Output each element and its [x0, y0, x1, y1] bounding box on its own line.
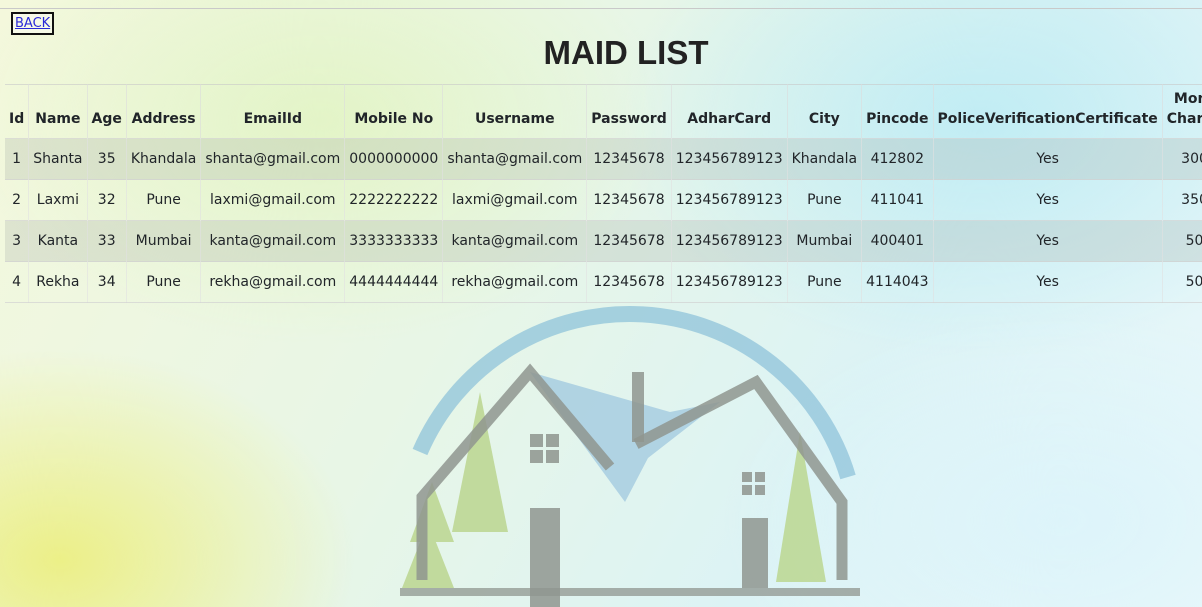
table-row: 1 Shanta 35 Khandala shanta@gmail.com 0000000…: [5, 138, 1202, 180]
col-header-address: Address: [126, 84, 202, 139]
col-header-city: City: [787, 84, 863, 139]
house-logo: [400, 306, 860, 607]
cell-emailid: shanta@gmail.com: [200, 138, 346, 180]
logo-chimney: [632, 372, 644, 442]
col-header-adharcard: AdharCard: [671, 84, 788, 139]
top-divider: [0, 8, 1202, 9]
table-row: 2 Laxmi 32 Pune laxmi@gmail.com 2222222222 lax…: [5, 179, 1202, 221]
logo-window-left: [530, 434, 559, 463]
cell-police-verification: Yes: [933, 179, 1163, 221]
cell-pincode: 4114043: [861, 261, 934, 303]
cell-id: 2: [5, 179, 30, 221]
cell-city: Pune: [787, 179, 863, 221]
logo-window-right: [742, 472, 765, 495]
cell-username: kanta@gmail.com: [442, 220, 588, 262]
cell-adharcard: 123456789123: [671, 138, 788, 180]
cell-address: Pune: [126, 179, 202, 221]
cell-address: Mumbai: [126, 220, 202, 262]
cell-address: Khandala: [126, 138, 202, 180]
cell-month-charges: 500: [1162, 220, 1202, 262]
cell-password: 12345678: [586, 220, 672, 262]
logo-base: [400, 588, 860, 596]
col-header-mobile: Mobile No: [344, 84, 444, 139]
cell-name: Laxmi: [28, 179, 88, 221]
back-link[interactable]: BACK: [11, 12, 55, 35]
col-header-emailid: EmailId: [200, 84, 346, 139]
cell-age: 34: [87, 261, 127, 303]
cell-police-verification: Yes: [933, 138, 1163, 180]
cell-id: 1: [5, 138, 30, 180]
cell-police-verification: Yes: [933, 261, 1163, 303]
cell-month-charges: 3000: [1162, 138, 1202, 180]
cell-password: 12345678: [586, 179, 672, 221]
cell-address: Pune: [126, 261, 202, 303]
cell-age: 32: [87, 179, 127, 221]
cell-pincode: 400401: [861, 220, 934, 262]
col-header-pincode: Pincode: [861, 84, 934, 139]
cell-mobile-no: 2222222222: [344, 179, 444, 221]
cell-mobile-no: 3333333333: [344, 220, 444, 262]
cell-month-charges: 500: [1162, 261, 1202, 303]
cell-pincode: 411041: [861, 179, 934, 221]
cell-name: Shanta: [28, 138, 88, 180]
cell-pincode: 412802: [861, 138, 934, 180]
cell-username: laxmi@gmail.com: [442, 179, 588, 221]
table-row: 3 Kanta 33 Mumbai kanta@gmail.com 3333333333 k…: [5, 220, 1202, 262]
logo-door-right: [742, 518, 768, 588]
cell-city: Khandala: [787, 138, 863, 180]
cell-name: Kanta: [28, 220, 88, 262]
cell-mobile-no: 0000000000: [344, 138, 444, 180]
page-title: MAID LIST: [543, 34, 709, 71]
cell-month-charges: 3500: [1162, 179, 1202, 221]
cell-id: 3: [5, 220, 30, 262]
col-header-username: Username: [442, 84, 588, 139]
cell-adharcard: 123456789123: [671, 220, 788, 262]
cell-adharcard: 123456789123: [671, 179, 788, 221]
cell-id: 4: [5, 261, 30, 303]
cell-city: Mumbai: [787, 220, 863, 262]
col-header-age: Age: [87, 84, 127, 139]
cell-emailid: kanta@gmail.com: [200, 220, 346, 262]
col-header-id: Id: [5, 84, 30, 139]
cell-emailid: rekha@gmail.com: [200, 261, 346, 303]
col-header-police-verification: PoliceVerificationCertificate: [933, 84, 1163, 139]
table-header-row: Id Name Age Address EmailId Mobile No Us…: [5, 84, 1202, 139]
cell-emailid: laxmi@gmail.com: [200, 179, 346, 221]
col-header-password: Password: [586, 84, 672, 139]
cell-password: 12345678: [586, 138, 672, 180]
cell-username: shanta@gmail.com: [442, 138, 588, 180]
cell-name: Rekha: [28, 261, 88, 303]
col-header-name: Name: [28, 84, 88, 139]
cell-police-verification: Yes: [933, 220, 1163, 262]
cell-age: 35: [87, 138, 127, 180]
cell-age: 33: [87, 220, 127, 262]
col-header-month-charges: Month Charges: [1162, 84, 1202, 139]
